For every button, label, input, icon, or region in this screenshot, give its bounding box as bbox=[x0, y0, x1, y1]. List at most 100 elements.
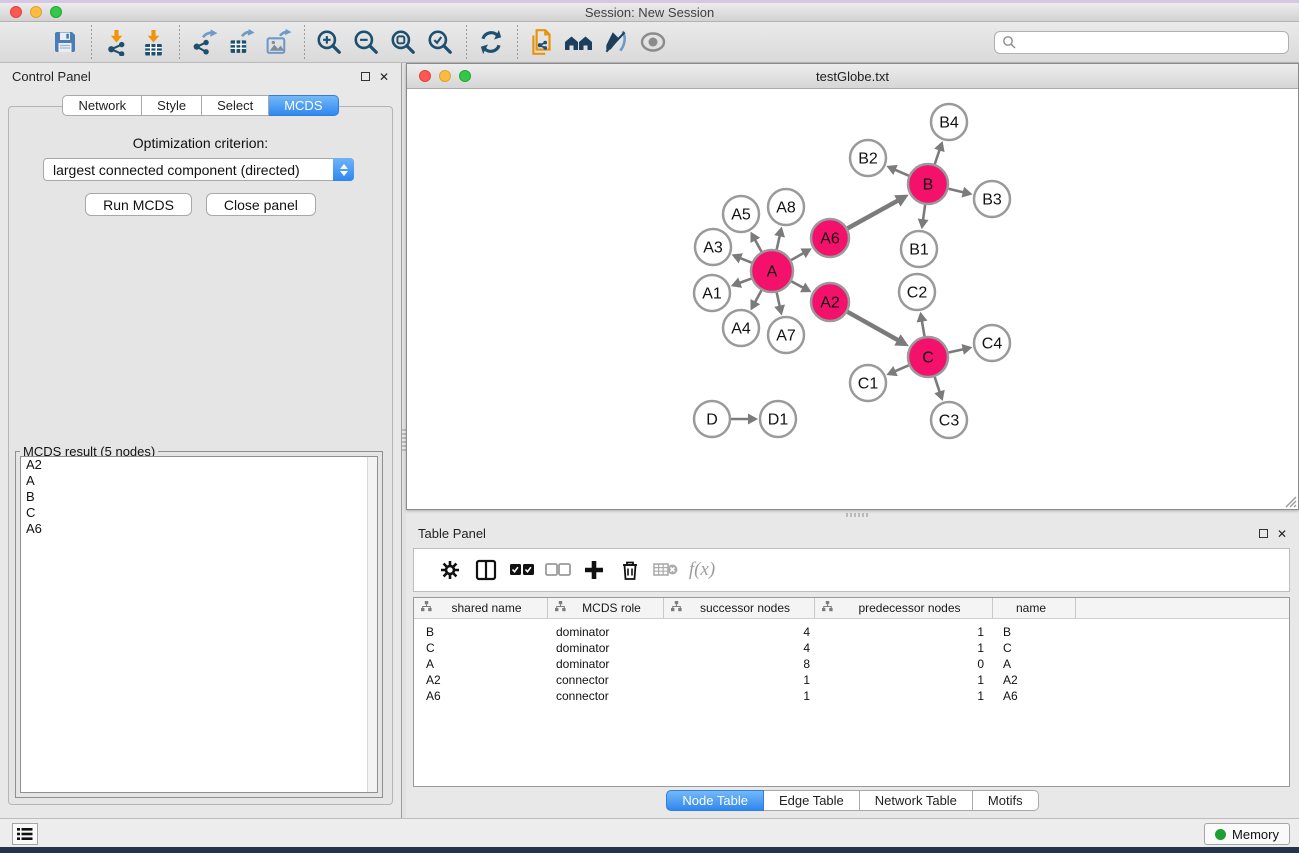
add-column-button[interactable] bbox=[576, 555, 612, 585]
cell-name[interactable]: B bbox=[993, 624, 1076, 640]
tab-node-table[interactable]: Node Table bbox=[666, 790, 764, 811]
graph-node-A3[interactable]: A3 bbox=[695, 229, 731, 265]
select-all-columns-button[interactable] bbox=[504, 555, 540, 585]
export-network-button[interactable] bbox=[189, 28, 219, 56]
run-mcds-button[interactable]: Run MCDS bbox=[85, 193, 192, 216]
graph-node-A[interactable]: A bbox=[751, 250, 793, 292]
split-view-button[interactable] bbox=[468, 555, 504, 585]
zoom-fit-button[interactable] bbox=[388, 28, 418, 56]
toggle-style-button[interactable] bbox=[601, 28, 631, 56]
graph-node-A4[interactable]: A4 bbox=[723, 310, 759, 346]
cell-predecessor-nodes[interactable]: 1 bbox=[815, 640, 993, 656]
graph-node-B[interactable]: B bbox=[908, 164, 948, 204]
table-row-A6[interactable]: A6connector11A6 bbox=[414, 688, 1289, 704]
cell-predecessor-nodes[interactable]: 1 bbox=[815, 672, 993, 688]
graph-edge-A-A5[interactable] bbox=[754, 239, 761, 252]
search-box[interactable] bbox=[994, 31, 1289, 54]
horizontal-splitter[interactable] bbox=[406, 510, 1299, 520]
close-panel-button[interactable]: Close panel bbox=[206, 193, 316, 216]
cell-name[interactable]: C bbox=[993, 640, 1076, 656]
cell-predecessor-nodes[interactable]: 0 bbox=[815, 656, 993, 672]
graph-edge-A-A8[interactable] bbox=[777, 234, 780, 249]
export-table-button[interactable] bbox=[226, 28, 256, 56]
result-item[interactable]: C bbox=[21, 505, 377, 521]
graph-edge-C-C2[interactable] bbox=[922, 320, 925, 337]
cell-successor-nodes[interactable]: 4 bbox=[664, 624, 815, 640]
graph-node-C1[interactable]: C1 bbox=[850, 365, 886, 401]
tab-mcds[interactable]: MCDS bbox=[269, 95, 338, 116]
tab-motifs[interactable]: Motifs bbox=[973, 790, 1039, 811]
cell-shared-name[interactable]: C bbox=[414, 640, 548, 656]
tab-style[interactable]: Style bbox=[142, 95, 202, 116]
cell-name[interactable]: A6 bbox=[993, 688, 1076, 704]
cell-name[interactable]: A bbox=[993, 656, 1076, 672]
zoom-selected-button[interactable] bbox=[425, 28, 455, 56]
table-row-C[interactable]: Cdominator41C bbox=[414, 640, 1289, 656]
refresh-view-button[interactable] bbox=[476, 28, 506, 56]
graph-node-C2[interactable]: C2 bbox=[899, 274, 935, 310]
table-row-A2[interactable]: A2connector11A2 bbox=[414, 672, 1289, 688]
cell-mcds-role[interactable]: connector bbox=[548, 688, 664, 704]
tab-select[interactable]: Select bbox=[202, 95, 269, 116]
cell-shared-name[interactable]: A bbox=[414, 656, 548, 672]
table-settings-button[interactable] bbox=[432, 555, 468, 585]
cell-shared-name[interactable]: A6 bbox=[414, 688, 548, 704]
cell-shared-name[interactable]: A2 bbox=[414, 672, 548, 688]
search-input[interactable] bbox=[1021, 35, 1281, 49]
graph-node-D[interactable]: D bbox=[694, 401, 730, 437]
cell-successor-nodes[interactable]: 8 bbox=[664, 656, 815, 672]
zoom-out-button[interactable] bbox=[351, 28, 381, 56]
result-item[interactable]: A bbox=[21, 473, 377, 489]
show-hide-graphics-button[interactable] bbox=[638, 28, 668, 56]
tab-network-table[interactable]: Network Table bbox=[860, 790, 973, 811]
cell-predecessor-nodes[interactable]: 1 bbox=[815, 624, 993, 640]
graph-edge-A2-C[interactable] bbox=[847, 312, 899, 341]
task-history-button[interactable] bbox=[12, 823, 38, 845]
graph-node-D1[interactable]: D1 bbox=[760, 401, 796, 437]
graph-edge-A-A1[interactable] bbox=[738, 279, 751, 284]
graph-node-A7[interactable]: A7 bbox=[768, 317, 804, 353]
deselect-all-columns-button[interactable] bbox=[540, 555, 576, 585]
graph-node-A2[interactable]: A2 bbox=[811, 283, 849, 321]
home-layout-button[interactable] bbox=[564, 28, 594, 56]
tab-edge-table[interactable]: Edge Table bbox=[764, 790, 860, 811]
cell-mcds-role[interactable]: connector bbox=[548, 672, 664, 688]
close-panel-icon[interactable]: ✕ bbox=[379, 71, 389, 83]
graph-node-A6[interactable]: A6 bbox=[811, 219, 849, 257]
graph-edge-B-B2[interactable] bbox=[894, 169, 909, 176]
graph-node-A5[interactable]: A5 bbox=[723, 196, 759, 232]
graph-edge-B-B3[interactable] bbox=[948, 189, 964, 193]
cell-predecessor-nodes[interactable]: 1 bbox=[815, 688, 993, 704]
close-panel-icon[interactable]: ✕ bbox=[1277, 528, 1287, 540]
table-row-A[interactable]: Adominator80A bbox=[414, 656, 1289, 672]
graph-node-C3[interactable]: C3 bbox=[931, 402, 967, 438]
graph-edge-A-A7[interactable] bbox=[777, 292, 780, 307]
graph-edge-B-B1[interactable] bbox=[923, 205, 925, 221]
cell-successor-nodes[interactable]: 1 bbox=[664, 688, 815, 704]
graph-edge-A-A4[interactable] bbox=[754, 290, 761, 303]
table-row-B[interactable]: Bdominator41B bbox=[414, 624, 1289, 640]
cell-name[interactable]: A2 bbox=[993, 672, 1076, 688]
splitter-grip[interactable] bbox=[846, 513, 868, 517]
graph-node-B2[interactable]: B2 bbox=[850, 140, 886, 176]
graph-edge-A-A3[interactable] bbox=[739, 258, 752, 263]
delete-column-button[interactable] bbox=[612, 555, 648, 585]
graph-node-A1[interactable]: A1 bbox=[694, 275, 730, 311]
mcds-result-list[interactable]: A2ABCA6 bbox=[20, 456, 378, 793]
memory-button[interactable]: Memory bbox=[1204, 823, 1290, 845]
app-titlebar[interactable]: Session: New Session bbox=[0, 3, 1299, 22]
graph-edge-C-C4[interactable] bbox=[949, 349, 965, 353]
cell-shared-name[interactable]: B bbox=[414, 624, 548, 640]
tab-network[interactable]: Network bbox=[62, 95, 142, 116]
column-header-shared-name[interactable]: shared name bbox=[414, 598, 548, 618]
import-table-button[interactable] bbox=[138, 28, 168, 56]
open-session-button[interactable] bbox=[13, 28, 43, 56]
network-window-titlebar[interactable]: testGlobe.txt bbox=[407, 64, 1298, 89]
column-header-successor-nodes[interactable]: successor nodes bbox=[664, 598, 815, 618]
graph-node-A8[interactable]: A8 bbox=[768, 189, 804, 225]
graph-node-C[interactable]: C bbox=[908, 337, 948, 377]
import-network-button[interactable] bbox=[101, 28, 131, 56]
resize-grip-icon[interactable] bbox=[1283, 494, 1297, 508]
criterion-select[interactable]: largest connected component (directed) bbox=[43, 158, 354, 181]
export-image-button[interactable] bbox=[263, 28, 293, 56]
